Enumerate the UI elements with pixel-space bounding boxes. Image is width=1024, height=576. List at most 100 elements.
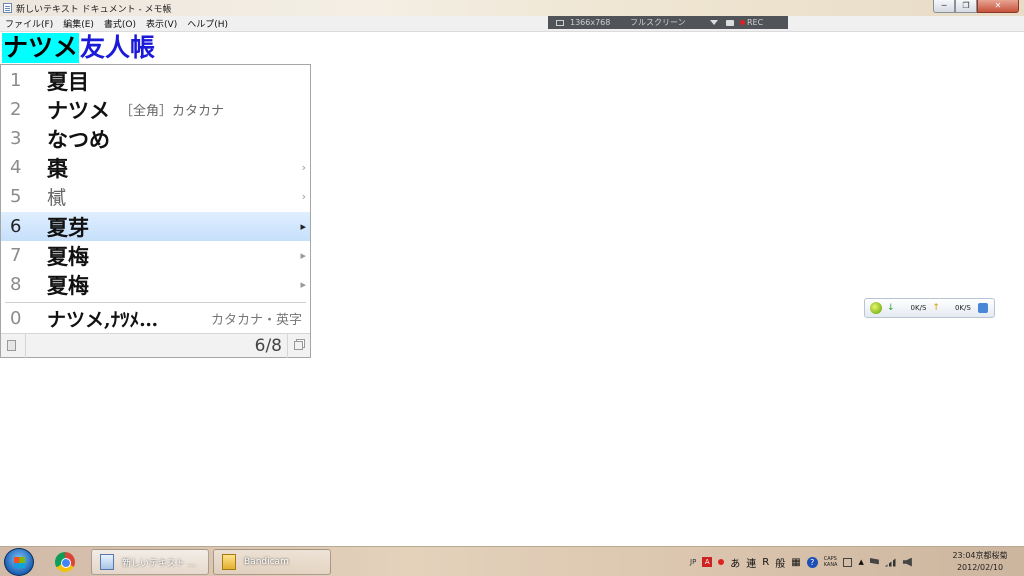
ime-status-icon[interactable] [718, 559, 725, 565]
candidate-number: 3 [10, 128, 22, 149]
chevron-right-icon: › [301, 161, 306, 174]
chevron-right-icon: › [301, 190, 306, 203]
candidate-number: 8 [10, 274, 22, 295]
candidate-word: なつめ [47, 126, 110, 152]
candidate-word: 夏目 [47, 68, 89, 94]
triangle-right-icon: ▸ [300, 278, 306, 291]
menu-format[interactable]: 書式(O) [99, 17, 141, 30]
expand-icon[interactable] [294, 341, 303, 350]
candidate-word: 樲 [47, 187, 67, 209]
candidate-number: 7 [10, 245, 22, 266]
ime-dictionary-mode[interactable]: 般 [775, 555, 785, 570]
menu-help[interactable]: ヘルプ(H) [182, 17, 233, 30]
candidate-divider [5, 302, 306, 303]
candidate-row-6[interactable]: 6 夏芽 ▸ [1, 212, 310, 241]
taskbar: 新しいテキスト ... Bandicam JP A あ 連 R 般 ▦ ? CA… [0, 546, 1024, 576]
upload-arrow-icon: ↑ [932, 303, 940, 313]
recorder-rec-label[interactable]: REC [747, 18, 763, 27]
ime-mode-icon[interactable]: A [702, 557, 713, 567]
clock-time: 23:04 [952, 551, 976, 560]
kana-label: KANA [823, 562, 838, 568]
maximize-button[interactable]: ❐ [955, 0, 977, 13]
candidate-page-indicator: 6/8 [254, 336, 282, 356]
folder-icon [222, 554, 236, 570]
recorder-mode: フルスクリーン [630, 18, 686, 27]
candidate-note: カタカナ・英字 [210, 313, 302, 328]
network-signal-icon[interactable] [884, 557, 897, 567]
candidate-number: 6 [10, 216, 22, 237]
notepad-icon [100, 554, 114, 570]
menu-file[interactable]: ファイル(F) [0, 17, 58, 30]
candidate-row-5[interactable]: 5 樲 › [1, 182, 310, 211]
help-icon[interactable]: ? [806, 556, 818, 568]
composition-rest: 友人帳 [80, 33, 156, 62]
notepad-icon [3, 3, 12, 13]
triangle-right-icon: ▸ [300, 249, 306, 262]
network-globe-icon [870, 302, 882, 314]
show-hidden-icons-icon[interactable]: ▲ [858, 558, 863, 566]
candidate-number: 2 [10, 99, 22, 120]
candidate-note: ［全角］カタカナ [120, 104, 225, 119]
candidate-row-4[interactable]: 4 棗 › [1, 153, 310, 182]
candidate-row-1[interactable]: 1 夏目 [1, 66, 310, 95]
window-controls: ─ ❐ ✕ [933, 0, 1019, 13]
ime-candidate-window: 1 夏目 2 ナツメ ［全角］カタカナ 3 なつめ 4 棗 › 5 樲 › 6 … [0, 64, 311, 358]
start-button[interactable] [4, 548, 34, 576]
action-center-flag-icon[interactable] [869, 558, 879, 565]
network-monitor[interactable]: ↓ 0K/S ↑ 0K/S [864, 298, 995, 318]
candidate-word: 夏芽 [47, 214, 89, 240]
chrome-icon[interactable] [55, 552, 75, 572]
recorder-bar: 1366x768 フルスクリーン REC [548, 16, 788, 29]
dictionary-icon[interactable] [7, 340, 16, 351]
minimize-button[interactable]: ─ [933, 0, 955, 13]
resolution-icon [556, 19, 564, 26]
triangle-right-icon: ▸ [300, 220, 306, 233]
candidate-word: 夏梅 [47, 272, 89, 298]
composition-selected: ナツメ [2, 33, 80, 63]
candidate-number: 4 [10, 157, 22, 178]
download-speed: 0K/S [910, 304, 927, 312]
caps-kana-indicator: CAPS KANA [824, 556, 838, 568]
candidate-row-2[interactable]: 2 ナツメ ［全角］カタカナ [1, 95, 310, 124]
taskbar-item-bandicam[interactable]: Bandicam [213, 549, 331, 575]
footer-divider [25, 334, 26, 358]
ime-kana-mode[interactable]: あ [730, 555, 740, 570]
candidate-row-3[interactable]: 3 なつめ [1, 124, 310, 153]
rec-dot-icon [740, 20, 745, 25]
windows-logo-icon [14, 557, 25, 568]
clock-date: 2012/02/10 [956, 563, 1004, 572]
ime-pad-icon[interactable]: ▦ [791, 557, 800, 568]
composition-text[interactable]: ナツメ 友人帳 [2, 33, 155, 63]
candidate-word: 夏梅 [47, 243, 89, 269]
candidate-word: 棗 [47, 155, 68, 181]
title-bar: 新しいテキスト ドキュメント - メモ帳 ─ ❐ ✕ [0, 0, 1024, 16]
tray-options-icon[interactable] [843, 557, 853, 567]
ime-r-mode[interactable]: R [762, 557, 769, 568]
candidate-row-0[interactable]: 0 ナツメ,ﾅﾂﾒ… カタカナ・英字 [1, 304, 310, 333]
upload-speed: 0K/S [954, 304, 971, 312]
camera-icon[interactable] [726, 19, 734, 26]
menu-view[interactable]: 表示(V) [141, 17, 182, 30]
candidate-word: ナツメ [47, 97, 110, 123]
clock-place: 京都桜菊 [975, 551, 1008, 560]
volume-icon[interactable] [902, 557, 912, 567]
recorder-resolution: 1366x768 [570, 18, 611, 27]
ime-conversion-mode[interactable]: 連 [746, 555, 756, 570]
monitor-settings-icon[interactable] [977, 303, 988, 313]
candidate-number: 1 [10, 70, 22, 91]
taskbar-item-label: 新しいテキスト ... [122, 558, 197, 569]
window-title: 新しいテキスト ドキュメント - メモ帳 [16, 5, 172, 15]
language-indicator[interactable]: JP [690, 558, 696, 566]
candidate-footer: 6/8 [1, 333, 310, 358]
candidate-row-8[interactable]: 8 夏梅 ▸ [1, 270, 310, 299]
menu-edit[interactable]: 編集(E) [58, 17, 99, 30]
close-button[interactable]: ✕ [977, 0, 1019, 13]
candidate-row-7[interactable]: 7 夏梅 ▸ [1, 241, 310, 270]
system-tray: JP A あ 連 R 般 ▦ ? CAPS KANA ▲ [690, 547, 918, 576]
menu-bar: ファイル(F) 編集(E) 書式(O) 表示(V) ヘルプ(H) [0, 16, 1024, 32]
taskbar-item-notepad[interactable]: 新しいテキスト ... [91, 549, 209, 575]
recorder-dropdown-icon[interactable] [710, 20, 718, 25]
footer-divider [287, 334, 288, 358]
download-arrow-icon: ↓ [887, 303, 895, 313]
taskbar-clock[interactable]: 23:04京都桜菊 2012/02/10 [940, 550, 1020, 574]
